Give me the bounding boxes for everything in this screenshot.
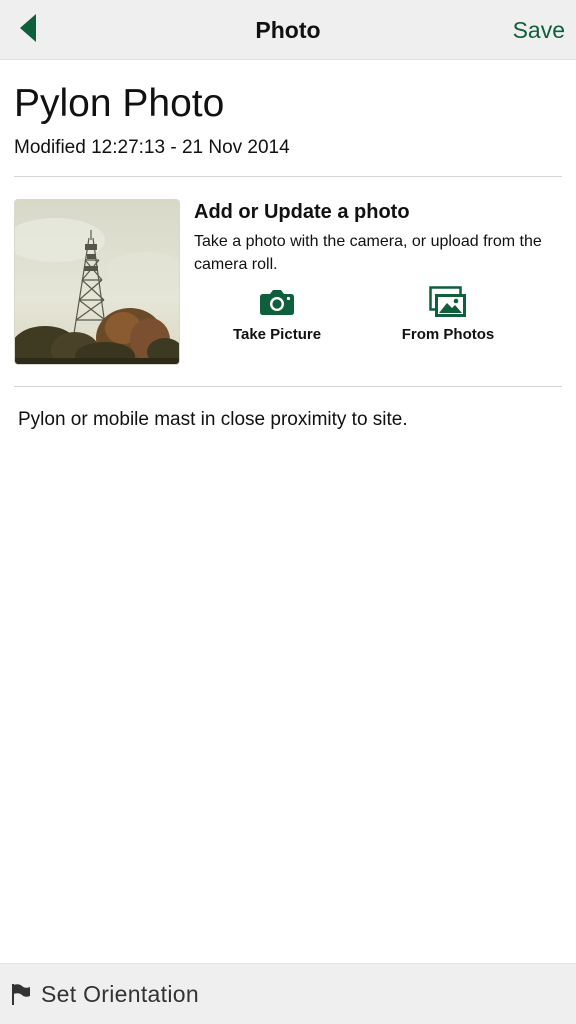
navigation-bar: Photo Save [0,0,576,60]
add-photo-heading: Add or Update a photo [194,201,410,223]
set-orientation-button[interactable]: Set Orientation [8,964,199,1024]
photo-description-text[interactable]: Pylon or mobile mast in close proximity … [18,407,558,433]
photos-icon [429,285,467,323]
from-photos-button[interactable]: From Photos [368,285,528,348]
modified-timestamp: Modified 12:27:13 - 21 Nov 2014 [14,137,290,158]
bottom-toolbar: Set Orientation [0,963,576,1024]
add-photo-description: Take a photo with the camera, or upload … [194,233,542,273]
flag-icon [8,981,34,1007]
take-picture-button[interactable]: Take Picture [197,286,357,348]
take-picture-label: Take Picture [232,326,322,343]
save-button[interactable]: Save [513,0,565,60]
back-button[interactable] [6,8,50,52]
page-title: Pylon Photo [14,82,225,125]
photo-screen: Photo Save Pylon Photo Modified 12:27:13… [0,0,576,1024]
divider [14,386,562,387]
chevron-left-icon [18,13,38,48]
set-orientation-label: Set Orientation [41,980,199,1007]
divider [14,176,562,177]
camera-icon [259,288,295,321]
nav-title: Photo [255,17,321,43]
from-photos-label: From Photos [401,326,495,343]
photo-thumbnail[interactable] [14,199,180,365]
